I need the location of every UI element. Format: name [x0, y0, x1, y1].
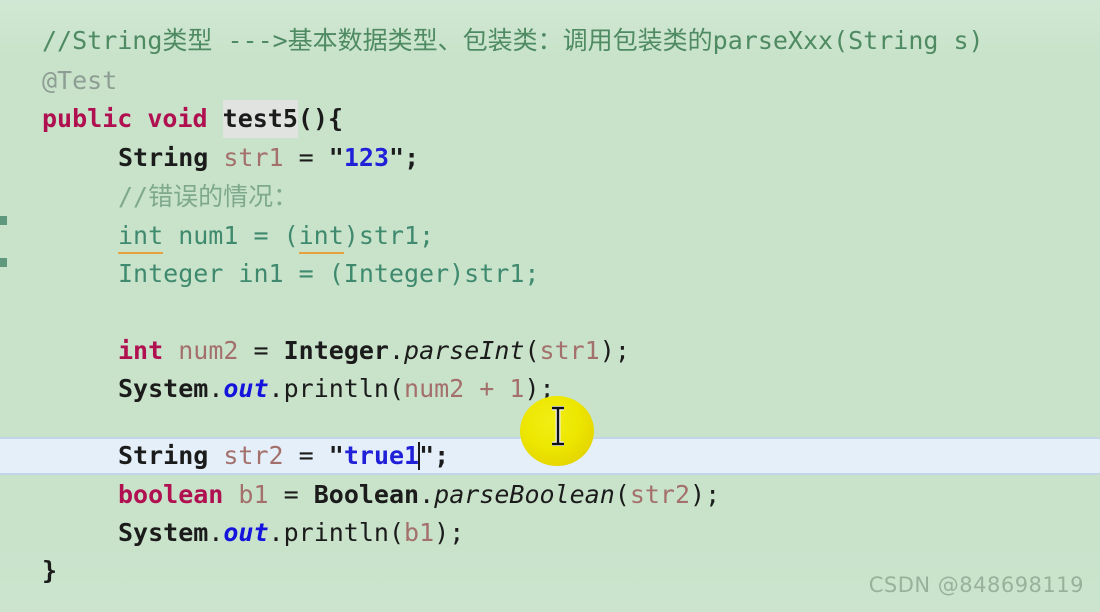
closing-brace: } [42, 556, 58, 585]
dot: . [268, 374, 284, 403]
lparen: ( [388, 374, 405, 403]
field-out: out [223, 518, 269, 547]
assign-operator: = [298, 441, 314, 470]
quote-close: " [389, 143, 405, 172]
class-system: System [118, 374, 209, 403]
comment-text: //String类型 --->基本数据类型、包装类：调用包装类的parseXxx… [42, 26, 984, 55]
rparen: ) [690, 480, 706, 509]
semicolon: ; [614, 336, 630, 365]
rparen: ) [434, 518, 450, 547]
semicolon: ; [434, 441, 450, 470]
dot: . [208, 518, 224, 547]
code-editor-view[interactable]: //String类型 --->基本数据类型、包装类：调用包装类的parseXxx… [0, 0, 1100, 612]
lparen: ( [524, 336, 540, 365]
code-text-area[interactable]: //String类型 --->基本数据类型、包装类：调用包装类的parseXxx… [0, 0, 1100, 612]
variable-b1: b1 [238, 480, 269, 509]
code-line-num2-parseint[interactable]: int num2 = Integer. parseInt(str1); [0, 332, 1100, 370]
arg-str2: str2 [629, 480, 691, 509]
lparen: ( [388, 518, 405, 547]
code-line-bad-int-cast[interactable]: int num1 = (int)str1; [0, 217, 1100, 255]
keyword-void: void [147, 104, 208, 133]
rparen: ) [524, 374, 540, 403]
bad-integer-cast-text: Integer in1 = (Integer)str1; [118, 259, 540, 288]
string-literal-true1: true1 [343, 441, 420, 470]
dot: . [208, 374, 224, 403]
type-string: String [118, 143, 209, 172]
keyword-int: int [118, 336, 164, 365]
rparen: ) [599, 336, 615, 365]
semicolon: ; [449, 518, 465, 547]
code-line-comment-header[interactable]: //String类型 --->基本数据类型、包装类：调用包装类的parseXxx… [0, 22, 1100, 60]
semicolon: ; [404, 143, 420, 172]
arg-b1: b1 [404, 518, 435, 547]
class-integer: Integer [283, 336, 389, 365]
arg-str1: str1 [539, 336, 600, 365]
code-line-b1-parseboolean[interactable]: boolean b1 = Boolean. parseBoolean(str2); [0, 476, 1100, 514]
keyword-public: public [42, 104, 133, 133]
semicolon: ; [705, 480, 721, 509]
method-parseboolean: parseBoolean [434, 480, 615, 509]
code-line-println-b1[interactable]: System. out. println(b1); [0, 514, 1100, 552]
method-name-test5: test5 [222, 100, 298, 138]
method-println: println [283, 374, 389, 403]
lparen: ( [614, 480, 630, 509]
quote-close: " [419, 441, 435, 470]
string-literal-123: 123 [343, 143, 389, 172]
field-out: out [223, 374, 269, 403]
code-line-annotation-test[interactable]: @Test [0, 62, 1100, 100]
semicolon: ; [539, 374, 555, 403]
code-line-str1-decl[interactable]: String str1 = " 123 "; [0, 139, 1100, 177]
method-signature-tail: (){ [297, 104, 344, 133]
code-line-println-num2[interactable]: System. out. println(num2 + 1); [0, 370, 1100, 408]
assign-operator: = [253, 336, 269, 365]
class-system: System [118, 518, 209, 547]
csdn-watermark: CSDN @848698119 [868, 573, 1084, 597]
code-line-str2-decl[interactable]: String str2 = " true1 "; [0, 437, 1100, 475]
type-string: String [118, 441, 209, 470]
keyword-boolean: boolean [118, 480, 224, 509]
dot: . [388, 336, 405, 365]
variable-str1: str1 [223, 143, 284, 172]
code-line-comment-error-case[interactable]: //错误的情况： [0, 178, 1100, 216]
error-cast-int: int [298, 217, 344, 255]
error-keyword-int: int [118, 217, 164, 255]
variable-str2: str2 [223, 441, 284, 470]
quote-open: " [328, 441, 344, 470]
dot: . [419, 480, 435, 509]
comment-error-case: //错误的情况： [118, 182, 299, 211]
method-parseint: parseInt [404, 336, 525, 365]
assign-operator: = [298, 143, 314, 172]
class-boolean: Boolean [313, 480, 420, 509]
method-println: println [283, 518, 389, 547]
code-line-bad-integer-cast[interactable]: Integer in1 = (Integer)str1; [0, 255, 1100, 293]
variable-num2: num2 [178, 336, 239, 365]
dot: . [268, 518, 284, 547]
code-line-method-signature[interactable]: public void test5(){ [0, 100, 1100, 138]
assign-operator: = [283, 480, 299, 509]
annotation-test: @Test [42, 66, 118, 95]
bad-int-cast-tail: )str1; [343, 221, 435, 250]
quote-open: " [328, 143, 344, 172]
arg-num2-plus-1: num2 + 1 [404, 374, 525, 403]
